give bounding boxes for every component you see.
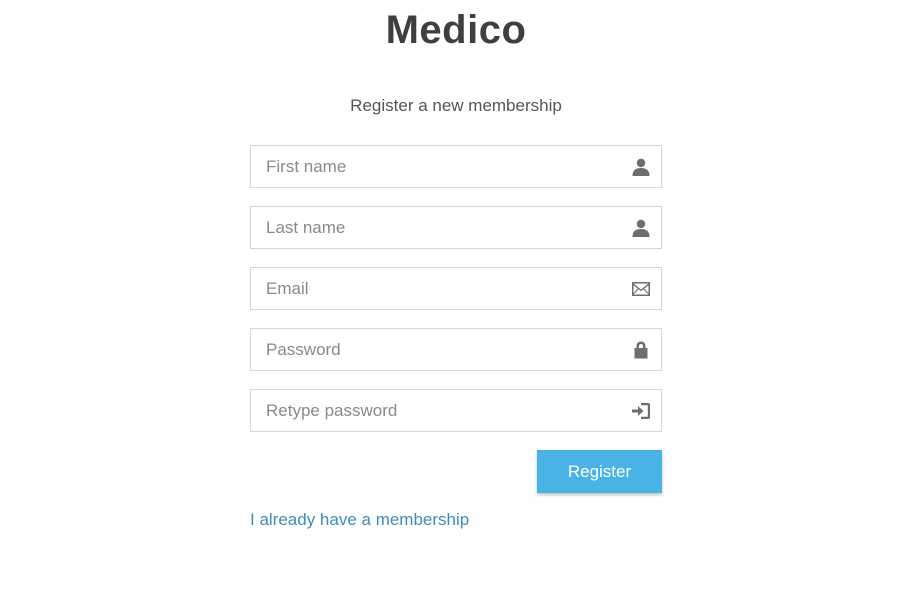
login-link[interactable]: I already have a membership <box>250 510 469 530</box>
register-form: Register <box>250 145 662 493</box>
password-input[interactable] <box>251 329 661 370</box>
log-in-icon <box>631 401 651 421</box>
password-field-group <box>250 328 662 371</box>
retype-password-input[interactable] <box>251 390 661 431</box>
envelope-icon <box>631 279 651 299</box>
retype-password-field-group <box>250 389 662 432</box>
user-icon <box>631 157 651 177</box>
last-name-input[interactable] <box>251 207 661 248</box>
lock-icon <box>631 340 651 360</box>
register-page: Medico Register a new membership First n… <box>0 0 902 599</box>
last-name-field-group <box>250 206 662 249</box>
email-field-group <box>250 267 662 310</box>
first-name-input[interactable] <box>251 146 661 187</box>
register-button[interactable]: Register <box>537 450 662 493</box>
user-icon <box>631 218 651 238</box>
brand-title: Medico <box>385 8 527 52</box>
page-subtitle: Register a new membership <box>350 96 562 115</box>
form-actions: Register <box>250 450 662 493</box>
first-name-field-group <box>250 145 662 188</box>
email-input[interactable] <box>251 268 661 309</box>
